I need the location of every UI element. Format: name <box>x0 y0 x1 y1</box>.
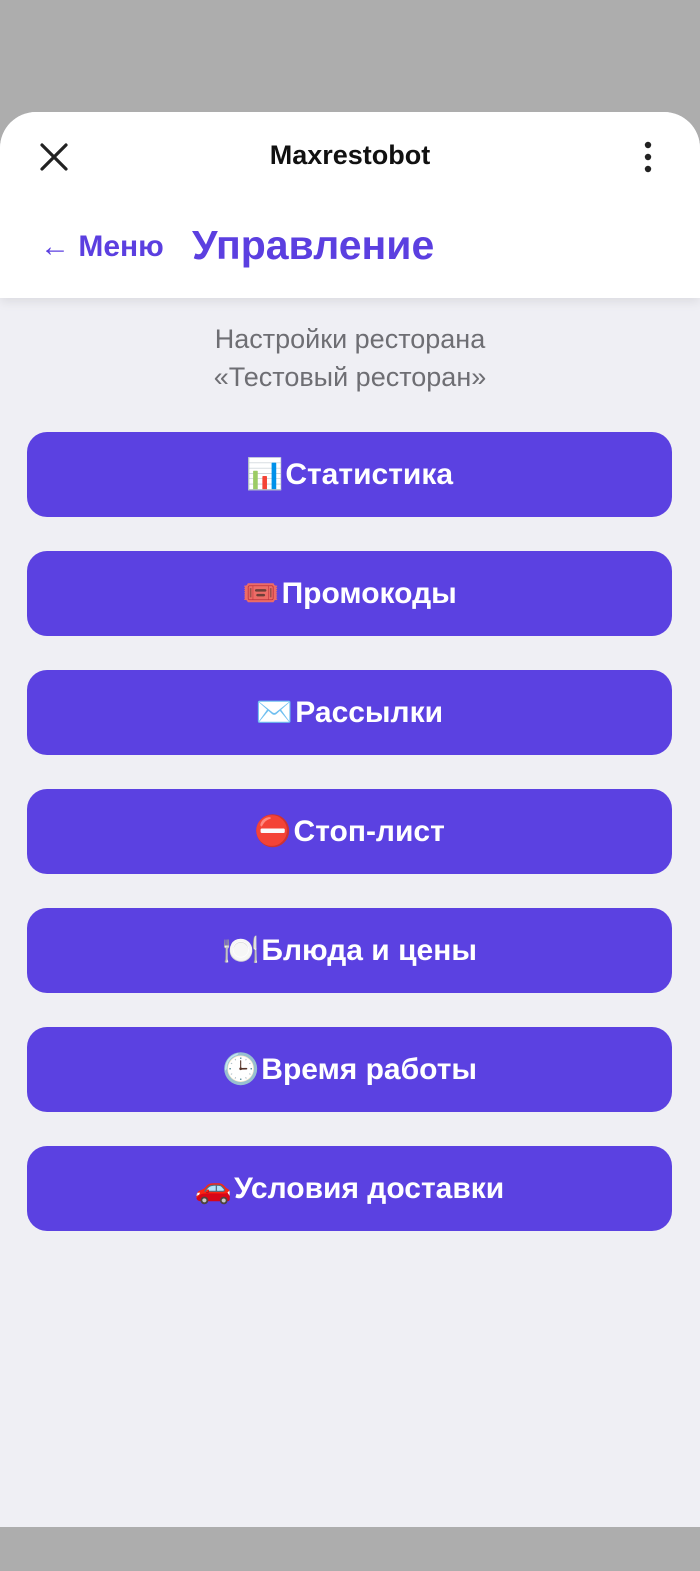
car-icon: 🚗 <box>194 1172 233 1205</box>
more-options-button[interactable] <box>628 134 668 180</box>
bottom-overlay-bar <box>0 1527 700 1571</box>
app-header: Maxrestobot ← Меню Управление <box>0 112 700 298</box>
delivery-terms-label: Условия доставки <box>234 1171 505 1205</box>
dishes-prices-button[interactable]: 🍽️ Блюда и цены <box>27 908 672 993</box>
page-title: Управление <box>192 222 435 268</box>
restaurant-settings-subtitle: Настройки ресторана «Тестовый ресторан» <box>0 320 700 396</box>
close-button[interactable] <box>26 134 82 180</box>
back-to-menu-link[interactable]: ← Меню <box>40 230 164 264</box>
ticket-icon: 🎟️ <box>242 577 280 610</box>
no-entry-icon: ⛔ <box>254 815 292 848</box>
statistics-button[interactable]: 📊 Статистика <box>27 432 672 517</box>
subtitle-line-1: Настройки ресторана <box>214 324 486 354</box>
mailings-label: Рассылки <box>295 695 444 729</box>
bot-webapp-sheet: Maxrestobot ← Меню Управление Настройки … <box>0 112 700 1527</box>
delivery-terms-button[interactable]: 🚗 Условия доставки <box>27 1146 672 1231</box>
promocodes-label: Промокоды <box>281 576 457 610</box>
envelope-icon: ✉️ <box>255 696 294 729</box>
stop-list-label: Стоп-лист <box>293 814 445 848</box>
stop-list-button[interactable]: ⛔ Стоп-лист <box>27 789 672 874</box>
working-hours-label: Время работы <box>261 1052 478 1086</box>
promocodes-button[interactable]: 🎟️ Промокоды <box>27 551 672 636</box>
clock-icon: 🕒 <box>221 1053 260 1086</box>
subtitle-line-2: «Тестовый ресторан» <box>213 362 487 392</box>
statistics-label: Статистика <box>285 457 454 491</box>
mailings-button[interactable]: ✉️ Рассылки <box>27 670 672 755</box>
dishes-prices-label: Блюда и цены <box>261 933 477 967</box>
management-menu: 📊 Статистика 🎟️ Промокоды ✉️ Рассылки ⛔ … <box>27 432 672 1265</box>
bar-chart-icon: 📊 <box>245 458 284 491</box>
plate-cutlery-icon: 🍽️ <box>222 934 260 967</box>
more-vertical-icon <box>644 141 652 173</box>
working-hours-button[interactable]: 🕒 Время работы <box>27 1027 672 1112</box>
close-icon <box>40 143 68 171</box>
bot-name: Maxrestobot <box>269 140 431 170</box>
